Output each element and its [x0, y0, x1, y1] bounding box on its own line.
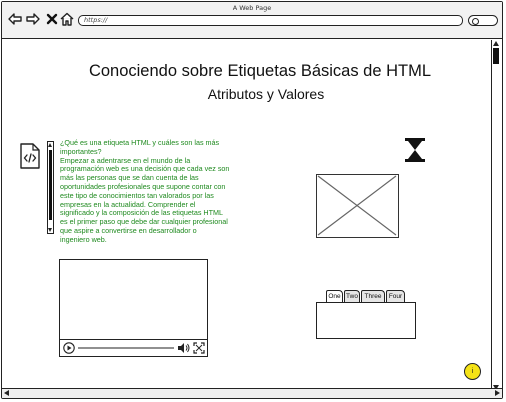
arrow-left-icon[interactable]: [8, 12, 22, 26]
paragraph-line: ingeniero web.: [60, 234, 107, 244]
help-badge[interactable]: i: [464, 363, 481, 380]
volume-icon[interactable]: [177, 342, 190, 354]
scroll-left-icon[interactable]: [4, 390, 9, 396]
scroll-right-icon[interactable]: [495, 390, 500, 396]
browser-titlebar: A Web Page https://: [2, 2, 502, 39]
tab-two[interactable]: Two: [344, 290, 360, 302]
image-placeholder-icon: [317, 175, 397, 236]
page-horizontal-scrollbar[interactable]: [2, 388, 502, 398]
url-text: https://: [84, 16, 108, 24]
paragraph-scroll-up-icon[interactable]: [48, 143, 52, 147]
close-icon[interactable]: [46, 12, 58, 26]
tab-one[interactable]: One: [326, 290, 343, 302]
window-title: A Web Page: [232, 4, 272, 12]
video-player[interactable]: [59, 259, 208, 357]
scroll-up-icon[interactable]: [493, 41, 499, 46]
page-title: Conociendo sobre Etiquetas Básicas de HT…: [88, 62, 432, 80]
video-progress-track[interactable]: [78, 346, 174, 350]
home-icon[interactable]: [60, 12, 74, 26]
tab-panel: [316, 302, 416, 339]
paragraph-scroll-down-icon[interactable]: [48, 228, 52, 232]
image-placeholder: [316, 174, 399, 238]
paragraph-scrollbar[interactable]: [47, 141, 54, 234]
search-button[interactable]: [468, 15, 498, 26]
hourglass-icon: [405, 138, 425, 162]
tab-three[interactable]: Three: [361, 290, 385, 302]
page-subtitle: Atributos y Valores: [207, 86, 325, 102]
video-controls: [60, 339, 207, 356]
arrow-right-icon[interactable]: [26, 12, 40, 26]
fullscreen-icon[interactable]: [193, 342, 205, 354]
paragraph-scroll-thumb[interactable]: [49, 150, 52, 220]
tab-four[interactable]: Four: [386, 290, 405, 302]
search-icon: [472, 18, 479, 25]
address-bar[interactable]: https://: [78, 15, 463, 26]
html-file-icon: [20, 143, 40, 169]
play-icon[interactable]: [63, 342, 75, 354]
paragraph-text: ¿Qué es una etiqueta HTML y cuáles son l…: [60, 138, 256, 245]
